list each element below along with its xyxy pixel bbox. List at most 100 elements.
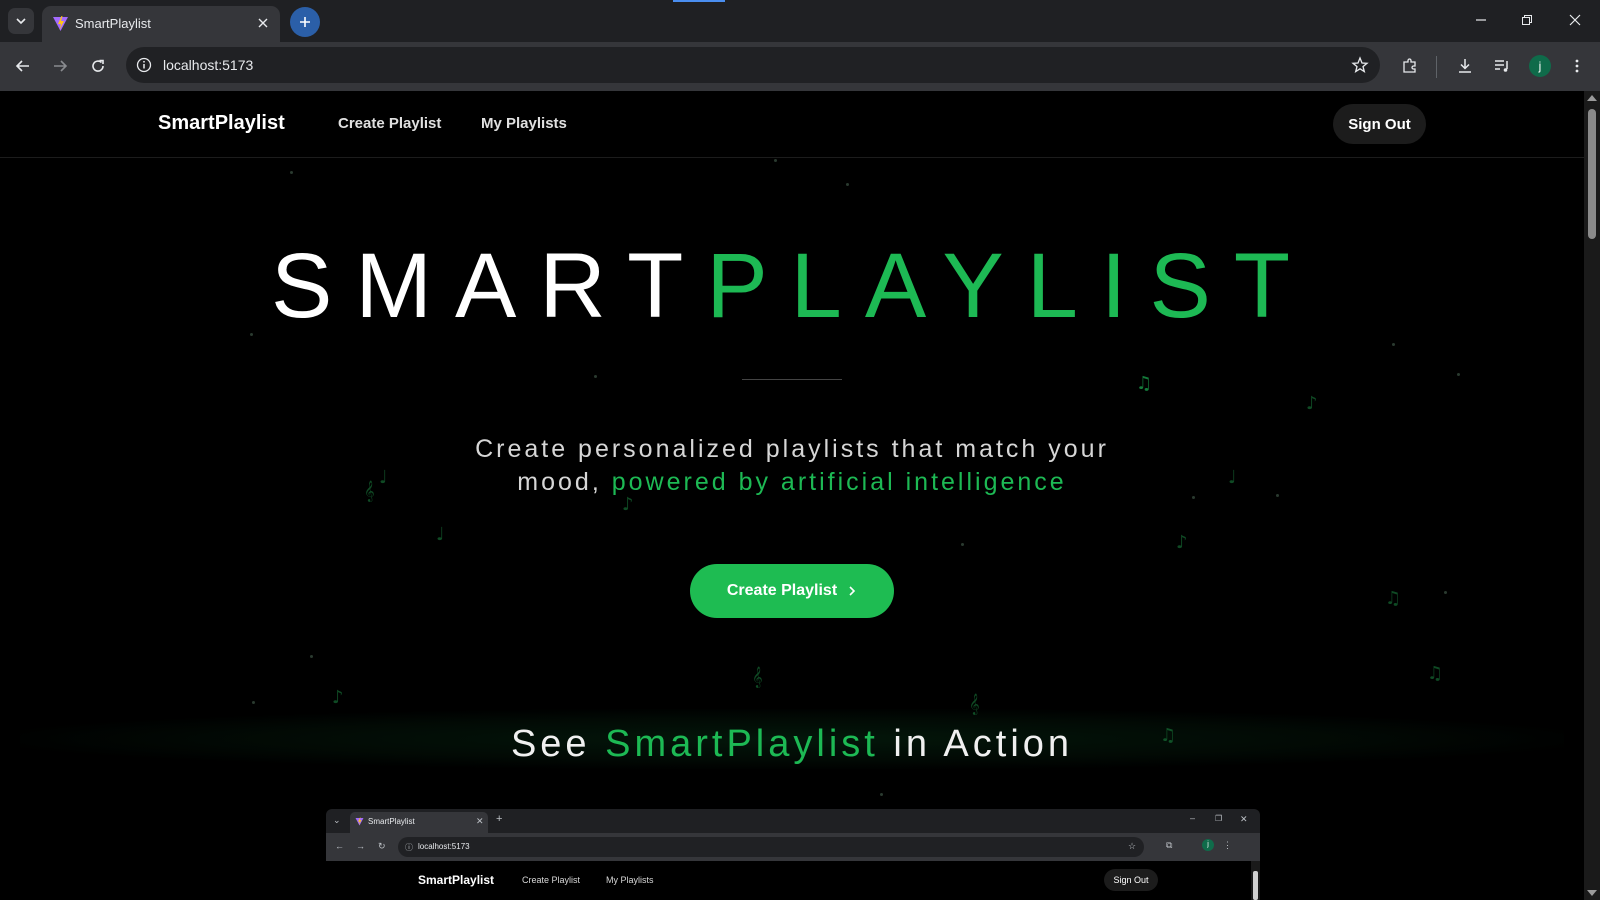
subtitle-accent: powered by artificial intelligence — [611, 468, 1067, 496]
action-prefix: See — [510, 723, 606, 765]
preview-puzzle-icon: ⧉ — [1166, 840, 1173, 850]
particle-dot — [774, 159, 777, 162]
browser-menu-button[interactable] — [1563, 52, 1591, 80]
preview-arrow-left-icon: ← — [335, 841, 344, 851]
puzzle-icon — [1403, 58, 1416, 73]
browser-tab[interactable]: SmartPlaylist — [42, 6, 280, 42]
close-icon — [1569, 14, 1581, 26]
scroll-down-arrow-icon[interactable] — [1587, 890, 1597, 896]
action-suffix: in Action — [878, 723, 1074, 765]
particle-dot — [290, 171, 293, 174]
nav-my-playlists[interactable]: My Playlists — [481, 115, 567, 132]
particle-dot — [1276, 494, 1279, 497]
chevron-right-icon — [849, 586, 856, 596]
arrow-right-icon — [54, 60, 68, 72]
downloads-button[interactable] — [1451, 52, 1479, 80]
arrow-left-icon — [15, 60, 29, 72]
plus-icon — [300, 17, 310, 27]
hero-subtitle: Create personalized playlists that match… — [420, 433, 1164, 499]
tab-strip: SmartPlaylist — [0, 0, 1600, 42]
music-note-icon: ♩ — [1228, 467, 1237, 488]
hero-divider — [742, 379, 842, 380]
close-window-button[interactable] — [1562, 8, 1588, 32]
media-control-button[interactable] — [1488, 52, 1516, 80]
restore-icon — [1522, 15, 1532, 25]
particle-dot — [1444, 591, 1447, 594]
scroll-thumb[interactable] — [1588, 109, 1596, 239]
new-tab-button[interactable] — [290, 7, 320, 37]
address-url[interactable]: localhost:5173 — [163, 57, 253, 73]
preview-plus-icon: + — [496, 813, 503, 825]
in-action-heading: See SmartPlaylist in Action — [0, 723, 1584, 766]
browser-chrome: SmartPlaylist localhost:5173 j — [0, 0, 1600, 91]
music-note-icon: 𝄞 — [752, 667, 763, 688]
preview-address-bar: ⓘ localhost:5173 ☆ — [398, 837, 1144, 857]
music-note-icon: ♪ — [1176, 532, 1188, 553]
preview-more-vert-icon: ⋮ — [1223, 840, 1232, 850]
reload-icon — [92, 59, 104, 72]
music-note-icon: ♫ — [1136, 373, 1153, 394]
particle-dot — [846, 183, 849, 186]
preview-site-navbar: SmartPlaylist Create Playlist My Playlis… — [326, 861, 1260, 900]
create-playlist-cta-button[interactable]: Create Playlist — [690, 564, 894, 618]
address-bar[interactable]: localhost:5173 — [126, 47, 1380, 83]
preview-toolbar: ← → ↻ ⓘ localhost:5173 ☆ ⧉ j ⋮ — [326, 833, 1260, 861]
preview-close-icon: ✕ — [476, 816, 484, 826]
preview-nav-create-playlist: Create Playlist — [522, 875, 581, 885]
preview-profile-avatar: j — [1202, 839, 1214, 851]
back-button[interactable] — [9, 52, 37, 80]
site-navbar: SmartPlaylist Create Playlist My Playlis… — [0, 91, 1584, 158]
page-scrollbar[interactable] — [1584, 91, 1600, 900]
restore-button[interactable] — [1514, 8, 1540, 32]
particle-dot — [310, 655, 313, 658]
music-note-icon: ♫ — [1427, 663, 1444, 684]
particle-dot — [252, 701, 255, 704]
extensions-button[interactable] — [1396, 52, 1424, 80]
preview-tab-strip: ⌄ SmartPlaylist ✕ + – ❐ ✕ — [326, 809, 1260, 833]
forward-button[interactable] — [46, 52, 74, 80]
preview-brand: SmartPlaylist — [418, 873, 495, 887]
tab-title: SmartPlaylist — [75, 16, 151, 31]
preview-arrow-right-icon: → — [356, 841, 365, 851]
particle-dot — [1457, 373, 1460, 376]
preview-scrollbar — [1251, 861, 1260, 900]
nav-create-playlist[interactable]: Create Playlist — [338, 115, 441, 132]
particle-dot — [961, 543, 964, 546]
bookmark-star-icon[interactable] — [1350, 55, 1370, 75]
preview-scroll-thumb — [1253, 871, 1258, 900]
preview-nav-my-playlists: My Playlists — [606, 875, 654, 885]
scroll-up-arrow-icon[interactable] — [1587, 95, 1597, 101]
subtitle-line2-prefix: mood, — [517, 468, 612, 496]
music-note-icon: 𝄞 — [364, 481, 375, 502]
loading-indicator — [673, 0, 725, 2]
preview-reload-icon: ↻ — [378, 841, 386, 851]
profile-avatar[interactable]: j — [1529, 55, 1551, 77]
particle-dot — [594, 375, 597, 378]
tab-search-button[interactable] — [8, 8, 34, 34]
cta-label: Create Playlist — [726, 582, 838, 599]
preview-tab-title: SmartPlaylist — [368, 817, 415, 826]
site-info-icon[interactable] — [134, 55, 154, 75]
site-brand[interactable]: SmartPlaylist — [158, 112, 285, 135]
tab-close-icon[interactable] — [254, 14, 272, 32]
hero-title: SMARTPLAYLIST — [0, 234, 1584, 339]
preview-minimize-icon: – — [1190, 813, 1196, 823]
reload-button[interactable] — [84, 52, 112, 80]
preview-vite-favicon-icon — [355, 817, 364, 826]
sign-out-button[interactable]: Sign Out — [1333, 104, 1426, 144]
action-accent: SmartPlaylist — [605, 723, 879, 765]
preview-sign-out: Sign Out — [1104, 869, 1158, 891]
minimize-icon — [1476, 19, 1486, 21]
preview-url: localhost:5173 — [418, 842, 470, 851]
more-vert-icon — [1575, 59, 1579, 73]
music-note-icon: ♪ — [1306, 393, 1318, 414]
minimize-button[interactable] — [1468, 8, 1494, 32]
music-note-icon: ♩ — [436, 524, 445, 545]
download-icon — [1459, 59, 1471, 73]
preview-info-icon: ⓘ — [405, 843, 413, 852]
particle-dot — [1192, 496, 1195, 499]
demo-preview-image: ⌄ SmartPlaylist ✕ + – ❐ ✕ ← → ↻ ⓘ localh… — [326, 809, 1260, 900]
preview-star-icon: ☆ — [1128, 841, 1137, 851]
hero-title-green: PLAYLIST — [706, 235, 1314, 337]
chevron-down-icon — [16, 18, 26, 25]
